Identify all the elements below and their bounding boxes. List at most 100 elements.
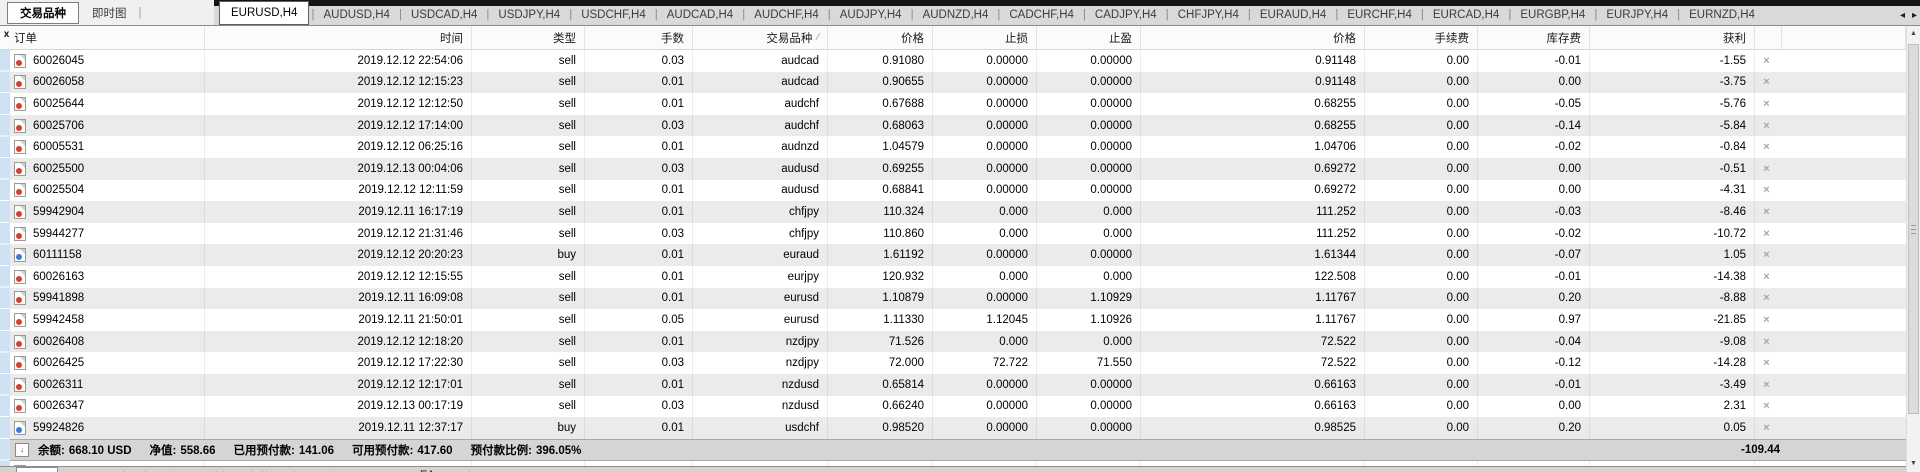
- close-order-button[interactable]: ×: [1755, 396, 1782, 418]
- terminal-tab-1[interactable]: 展示: [58, 467, 98, 472]
- chart-tab-EURCADH4[interactable]: EURCAD,H4: [1424, 6, 1508, 24]
- terminal-tab-4[interactable]: 警报: [200, 467, 240, 472]
- table-row[interactable]: 60025504 2019.12.12 12:11:59 sell 0.01 audus…: [0, 179, 1906, 202]
- chart-tab-EURUSDH4[interactable]: EURUSD,H4: [219, 1, 310, 25]
- chart-tab-AUDCHFH4[interactable]: AUDCHF,H4: [745, 6, 828, 24]
- chart-tab-EURNZDH4[interactable]: EURNZD,H4: [1680, 6, 1764, 24]
- table-row[interactable]: 60025706 2019.12.12 17:14:00 sell 0.03 audch…: [0, 114, 1906, 137]
- chart-tab-AUDNZDH4[interactable]: AUDNZD,H4: [914, 6, 998, 24]
- chart-tab-EURAUDH4[interactable]: EURAUD,H4: [1251, 6, 1335, 24]
- terminal-tab-7[interactable]: 信号: [320, 467, 360, 472]
- chart-tab-EURGBPH4[interactable]: EURGBP,H4: [1511, 6, 1594, 24]
- column-header-swap[interactable]: 库存费: [1478, 26, 1590, 49]
- terminal-tab-8[interactable]: 代码库: [360, 467, 411, 472]
- cell-order: 60026408: [10, 330, 205, 353]
- column-header-price[interactable]: 价格: [828, 26, 933, 49]
- close-order-button[interactable]: ×: [1755, 115, 1782, 137]
- terminal-tab-trade[interactable]: 交易: [16, 467, 58, 472]
- close-order-button[interactable]: ×: [1755, 309, 1782, 331]
- close-order-button[interactable]: ×: [1755, 50, 1782, 72]
- scroll-down-icon[interactable]: ▼: [1907, 456, 1920, 472]
- table-row[interactable]: 60026408 2019.12.12 12:18:20 sell 0.01 nzdjp…: [0, 330, 1906, 353]
- close-order-button[interactable]: ×: [1755, 180, 1782, 202]
- column-header-price2[interactable]: 价格: [1141, 26, 1365, 49]
- terminal-tab-2[interactable]: 账户历史: [98, 467, 160, 472]
- close-order-button[interactable]: ×: [1755, 352, 1782, 374]
- chart-tab-USDCADH4[interactable]: USDCAD,H4: [402, 6, 486, 24]
- terminal-tab-9[interactable]: EA: [411, 467, 444, 472]
- column-header-type[interactable]: 类型: [472, 26, 585, 49]
- terminal-tab-3[interactable]: 新闻: [160, 467, 200, 472]
- terminal-tab-10[interactable]: 日志: [444, 467, 484, 472]
- close-order-button[interactable]: ×: [1755, 93, 1782, 115]
- scrollbar-thumb[interactable]: [1908, 44, 1919, 414]
- cell-value: -3.49: [1719, 378, 1746, 391]
- close-order-button[interactable]: ×: [1755, 288, 1782, 310]
- chart-tab-USDJPYH4[interactable]: USDJPY,H4: [489, 6, 569, 24]
- table-row[interactable]: 60111158 2019.12.12 20:20:23 buy 0.01 euraud…: [0, 244, 1906, 266]
- close-order-button[interactable]: ×: [1755, 72, 1782, 94]
- close-panel-icon[interactable]: x: [2, 29, 11, 40]
- cell-value: -0.04: [1554, 335, 1581, 348]
- cell-value: 0.00000: [986, 421, 1028, 434]
- column-header-commission[interactable]: 手续费: [1365, 26, 1478, 49]
- chart-tab-AUDUSDH4[interactable]: AUDUSD,H4: [314, 6, 398, 24]
- table-row[interactable]: 60026311 2019.12.12 12:17:01 sell 0.01 nzdus…: [0, 373, 1906, 396]
- column-header-time[interactable]: 时间: [205, 26, 472, 49]
- table-row[interactable]: 59941898 2019.12.11 16:09:08 sell 0.01 eurus…: [0, 287, 1906, 310]
- column-header-sl[interactable]: 止损: [933, 26, 1037, 49]
- chart-tab-CHFJPYH4[interactable]: CHFJPY,H4: [1169, 6, 1248, 24]
- close-order-button[interactable]: ×: [1755, 223, 1782, 245]
- chart-tab-AUDCADH4[interactable]: AUDCAD,H4: [658, 6, 742, 24]
- terminal-tab-5[interactable]: 邮箱: [240, 467, 280, 472]
- close-order-button[interactable]: ×: [1755, 244, 1782, 266]
- chart-tab-AUDJPYH4[interactable]: AUDJPY,H4: [831, 6, 911, 24]
- cell-swap: -0.05: [1478, 93, 1590, 115]
- terminal-tab-6[interactable]: 市场: [280, 467, 320, 472]
- vertical-scrollbar[interactable]: ▲ ▼: [1906, 26, 1920, 472]
- column-header-profit[interactable]: 获利: [1590, 26, 1755, 49]
- scroll-tabs-left-icon[interactable]: ◂: [1900, 10, 1905, 21]
- table-row[interactable]: 59942904 2019.12.11 16:17:19 sell 0.01 chfjp…: [0, 201, 1906, 223]
- trade-table-body: 60026045 2019.12.12 22:54:06 sell 0.03 audca…: [0, 50, 1906, 439]
- table-row[interactable]: 60026058 2019.12.12 12:15:23 sell 0.01 audca…: [0, 71, 1906, 94]
- table-row[interactable]: 59942458 2019.12.11 21:50:01 sell 0.05 eurus…: [0, 309, 1906, 331]
- chart-tab-USDCHFH4[interactable]: USDCHF,H4: [572, 6, 655, 24]
- table-row[interactable]: 59924826 2019.12.11 12:37:17 buy 0.01 usdchf…: [0, 417, 1906, 439]
- tab-symbols[interactable]: 交易品种: [7, 1, 79, 24]
- cell-time: 2019.12.12 12:15:23: [205, 71, 472, 94]
- table-row[interactable]: 60005531 2019.12.12 06:25:16 sell 0.01 audnz…: [0, 136, 1906, 158]
- scroll-tabs-right-icon[interactable]: ▸: [1912, 10, 1917, 21]
- close-order-button[interactable]: ×: [1755, 374, 1782, 396]
- chart-tab-CADJPYH4[interactable]: CADJPY,H4: [1086, 6, 1166, 24]
- cell-type: sell: [472, 222, 585, 245]
- cell-value: 0.03: [661, 54, 684, 67]
- table-row[interactable]: 60026045 2019.12.12 22:54:06 sell 0.03 audca…: [0, 50, 1906, 72]
- chart-tab-CADCHFH4[interactable]: CADCHF,H4: [1000, 6, 1083, 24]
- close-order-button[interactable]: ×: [1755, 417, 1782, 439]
- table-row[interactable]: 60026425 2019.12.12 17:22:30 sell 0.03 nzdjp…: [0, 352, 1906, 374]
- column-header-tp[interactable]: 止盈: [1037, 26, 1141, 49]
- table-row[interactable]: 60025644 2019.12.12 12:12:50 sell 0.01 audch…: [0, 93, 1906, 115]
- scroll-up-icon[interactable]: ▲: [1907, 26, 1920, 42]
- close-order-button[interactable]: ×: [1755, 201, 1782, 223]
- cell-value: -0.12: [1554, 357, 1581, 370]
- close-order-button[interactable]: ×: [1755, 158, 1782, 180]
- cell-lots: 0.03: [585, 114, 693, 137]
- table-row[interactable]: 60026163 2019.12.12 12:15:55 sell 0.01 eurjp…: [0, 265, 1906, 288]
- column-header-order[interactable]: 订单: [10, 26, 205, 49]
- table-row[interactable]: 60025500 2019.12.13 00:04:06 sell 0.03 audus…: [0, 157, 1906, 180]
- cell-price2: 72.522: [1141, 330, 1365, 353]
- column-header-symbol[interactable]: 交易品种 ∕: [693, 26, 828, 49]
- chart-tab-strip: EURUSD,H4 | AUDUSD,H4 | USDCAD,H4 | USDJPY,H4 |…: [214, 0, 1920, 25]
- close-order-button[interactable]: ×: [1755, 136, 1782, 158]
- table-row[interactable]: 59944277 2019.12.12 21:31:46 sell 0.03 chfjp…: [0, 222, 1906, 245]
- cell-time: 2019.12.12 12:18:20: [205, 330, 472, 353]
- column-header-lots[interactable]: 手数: [585, 26, 693, 49]
- tab-tick-chart[interactable]: 即时图: [82, 3, 137, 23]
- table-row[interactable]: 60026347 2019.12.13 00:17:19 sell 0.03 nzdus…: [0, 395, 1906, 418]
- close-order-button[interactable]: ×: [1755, 331, 1782, 353]
- close-order-button[interactable]: ×: [1755, 266, 1782, 288]
- chart-tab-EURJPYH4[interactable]: EURJPY,H4: [1597, 6, 1677, 24]
- chart-tab-EURCHFH4[interactable]: EURCHF,H4: [1338, 6, 1421, 24]
